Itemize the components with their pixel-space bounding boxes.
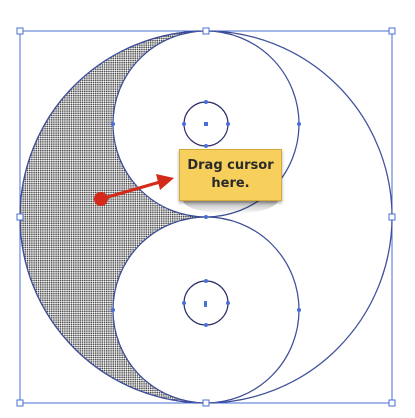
handle-middle-right xyxy=(388,213,396,221)
instruction-tooltip: Drag cursor here. xyxy=(179,149,282,201)
handle-bottom-center xyxy=(202,399,210,407)
handle-bottom-right xyxy=(388,399,396,407)
handle-middle-left xyxy=(16,213,24,221)
bottom-center-point[interactable] xyxy=(204,301,207,307)
tooltip-text: Drag cursor here. xyxy=(187,158,274,191)
red-dot-icon xyxy=(94,192,108,206)
top-center-point[interactable] xyxy=(204,122,208,126)
handle-top-right xyxy=(388,27,396,35)
handle-bottom-left xyxy=(16,399,24,407)
handle-top-center xyxy=(202,27,210,35)
handle-top-left xyxy=(16,27,24,35)
